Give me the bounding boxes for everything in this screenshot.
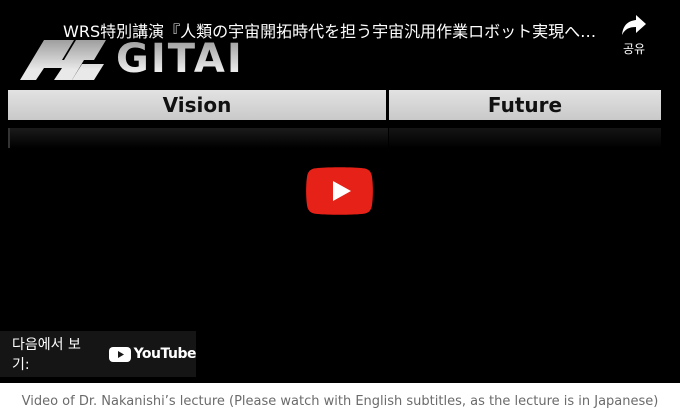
youtube-logo-icon bbox=[108, 346, 131, 362]
youtube-play-icon[interactable] bbox=[305, 167, 374, 215]
watch-on-youtube-button[interactable]: 다음에서 보기: YouTube bbox=[0, 331, 197, 377]
youtube-logo: YouTube bbox=[108, 346, 197, 362]
youtube-wordmark: YouTube bbox=[133, 346, 197, 362]
share-label: 공유 bbox=[622, 42, 646, 56]
share-arrow-icon bbox=[622, 15, 646, 35]
watch-on-label: 다음에서 보기: bbox=[12, 337, 81, 373]
table-header-future: Future bbox=[389, 90, 661, 120]
table-header-vision: Vision bbox=[8, 90, 386, 120]
video-title-link[interactable]: WRS特別講演『人類の宇宙開拓時代を担う宇宙汎用作業ロボット実現への… bbox=[63, 22, 598, 42]
table-row-faded bbox=[8, 128, 388, 148]
video-player[interactable]: GITAI Vision Future WRS特別講演『人類の宇宙開拓時代を担う… bbox=[0, 0, 680, 383]
video-caption: Video of Dr. Nakanishi’s lecture (Please… bbox=[21, 394, 659, 409]
share-button[interactable]: 공유 bbox=[612, 14, 656, 62]
table-row-faded bbox=[389, 128, 661, 148]
